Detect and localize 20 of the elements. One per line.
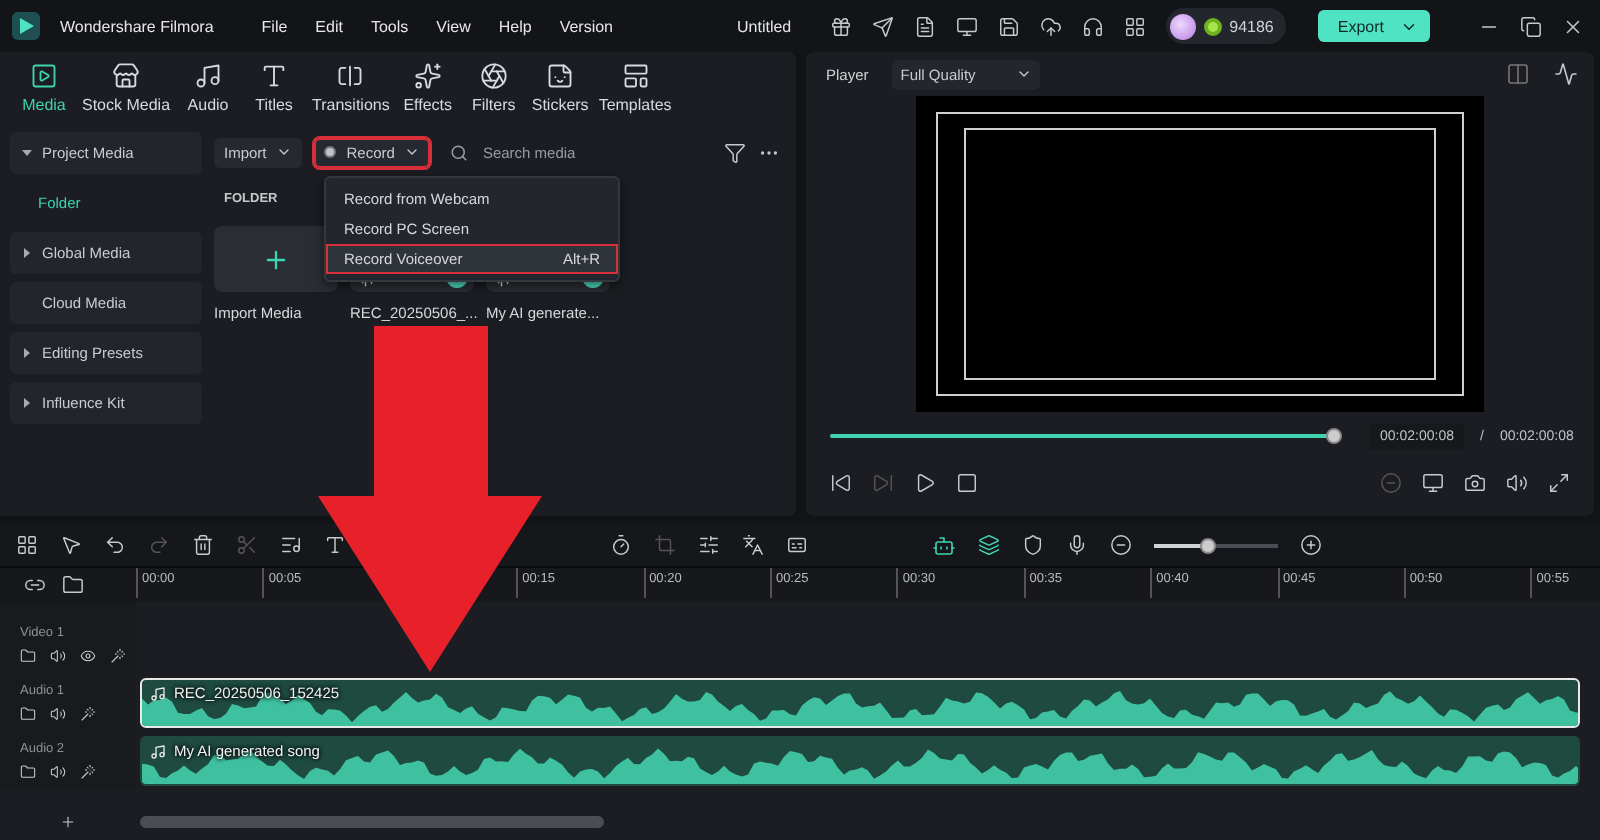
export-button[interactable]: Export — [1317, 10, 1430, 42]
tab[interactable]: Transitions — [312, 62, 390, 114]
tab[interactable]: Audio — [180, 62, 237, 114]
app-name: Wondershare Filmora — [60, 17, 214, 35]
tab[interactable]: Templates — [598, 62, 672, 114]
menu-item[interactable]: Tools — [370, 17, 409, 35]
tab[interactable]: Effects — [399, 62, 456, 114]
tab[interactable]: Stock Media — [82, 62, 171, 114]
menu-item[interactable]: View — [436, 17, 471, 35]
tab[interactable]: Media — [16, 62, 72, 114]
menu-item[interactable]: File — [261, 17, 288, 35]
document-title: Untitled — [737, 17, 792, 35]
menu-item[interactable]: Help — [498, 17, 532, 35]
credits-badge[interactable]: 94186 — [1165, 8, 1286, 44]
menu-item[interactable]: Edit — [315, 17, 343, 35]
tab[interactable]: Stickers — [531, 62, 589, 114]
menu-item[interactable]: Version — [559, 17, 613, 35]
tab[interactable]: Titles — [246, 62, 303, 114]
credit-count: 94186 — [1229, 17, 1274, 35]
tab[interactable]: Filters — [465, 62, 522, 114]
